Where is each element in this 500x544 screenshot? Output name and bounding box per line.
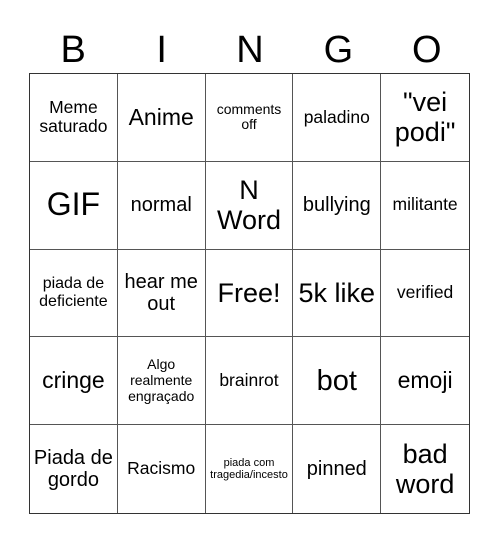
bingo-cell[interactable]: pinned [293, 425, 382, 513]
bingo-cell[interactable]: verified [381, 250, 469, 338]
bingo-cell[interactable]: bullying [293, 161, 382, 250]
bingo-cell[interactable]: cringe [30, 337, 118, 426]
bingo-cell[interactable]: "vei podi" [381, 74, 469, 162]
bingo-cell[interactable]: comments off [205, 74, 294, 162]
bingo-header: B I N G O [29, 28, 471, 72]
header-letter-i: I [156, 29, 167, 71]
header-letter-n: N [236, 29, 264, 71]
bingo-cell[interactable]: Algo realmente engraçado [117, 337, 206, 426]
bingo-cell[interactable]: bot [293, 337, 382, 426]
free-space-cell[interactable]: Free! [205, 249, 294, 338]
bingo-cell[interactable]: Racismo [118, 425, 206, 513]
bingo-cell[interactable]: GIF [30, 161, 118, 250]
bingo-cell[interactable]: militante [381, 162, 469, 250]
bingo-cell[interactable]: piada de deficiente [30, 249, 118, 338]
bingo-cell[interactable]: bad word [381, 425, 469, 513]
bingo-cell[interactable]: Anime [117, 74, 206, 162]
bingo-cell[interactable]: paladino [293, 74, 382, 162]
bingo-cell[interactable]: hear me out [117, 249, 206, 338]
bingo-cell[interactable]: normal [117, 161, 206, 250]
bingo-cell[interactable]: emoji [381, 337, 469, 426]
bingo-cell[interactable]: brainrot [205, 337, 294, 426]
bingo-cell[interactable]: piada com tragedia/incesto [206, 425, 294, 513]
bingo-cell[interactable]: Meme saturado [30, 74, 118, 162]
bingo-cell[interactable]: Piada de gordo [30, 425, 118, 513]
bingo-board: Meme saturado Anime comments off paladin… [29, 73, 470, 514]
bingo-cell[interactable]: 5k like [293, 249, 382, 338]
bingo-cell[interactable]: N Word [205, 161, 294, 250]
header-letter-o: O [412, 29, 442, 71]
header-letter-g: G [323, 29, 354, 71]
header-letter-b: B [60, 29, 86, 71]
